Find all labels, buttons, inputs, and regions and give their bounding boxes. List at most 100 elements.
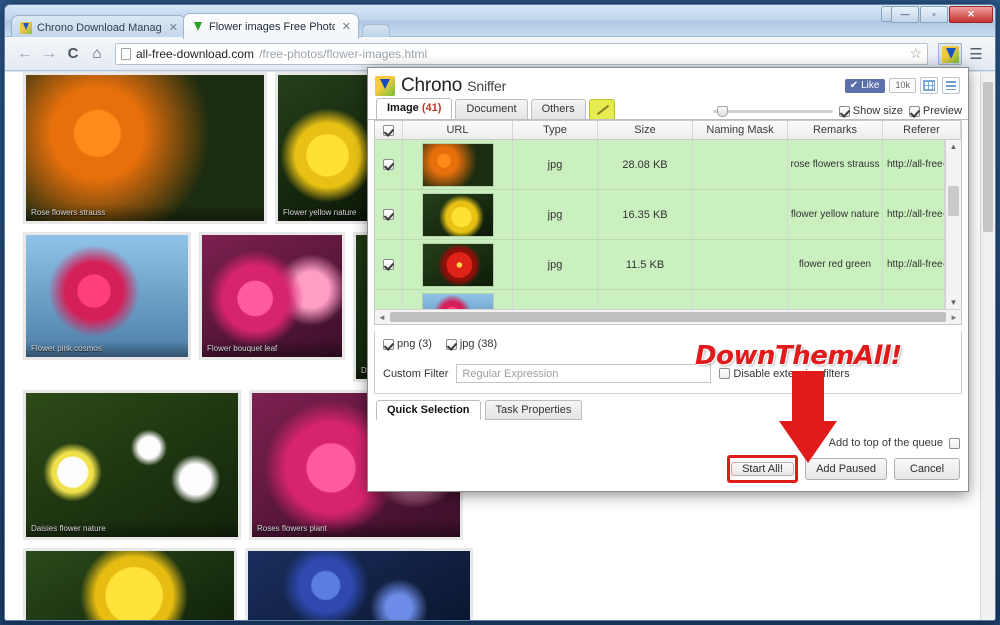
tab-close-icon[interactable]: ✕ — [342, 20, 351, 33]
table-row[interactable]: jpg 16.35 KB flower yellow nature http://al… — [375, 190, 945, 240]
row-referer: http://all-free-dow — [883, 190, 945, 239]
custom-filter-input[interactable]: Regular Expression — [456, 364, 712, 383]
tab-document[interactable]: Document — [455, 99, 528, 119]
reload-icon[interactable]: C — [61, 45, 85, 62]
extension-filter-checkbox[interactable]: jpg (38) — [445, 338, 497, 350]
address-path: /free-photos/flower-images.html — [259, 46, 428, 61]
page-scrollbar[interactable] — [980, 72, 995, 620]
list-view-icon[interactable] — [942, 77, 960, 94]
table-row[interactable]: jpg 11.5 KB flower red green http://all-fre… — [375, 240, 945, 290]
start-all-button[interactable]: Start All! — [731, 462, 795, 476]
tab-quick-selection[interactable]: Quick Selection — [376, 400, 481, 420]
gallery-item[interactable]: Flower bouquet leaf — [199, 232, 345, 360]
column-header-size[interactable]: Size — [598, 121, 693, 139]
scroll-down-icon[interactable]: ▼ — [946, 296, 961, 309]
row-naming-mask[interactable] — [693, 240, 788, 289]
row-checkbox-icon[interactable] — [383, 259, 394, 270]
pencil-icon[interactable] — [588, 99, 615, 119]
table-row[interactable]: jpg20.77 KB flower bouquet leafhttp://all… — [375, 290, 945, 309]
row-thumbnail-cell[interactable] — [403, 240, 513, 289]
sniffer-header: Chrono Sniffer ✔ Like 10k — [368, 68, 968, 98]
column-header-remarks[interactable]: Remarks — [788, 121, 883, 139]
row-checkbox-cell[interactable] — [375, 190, 403, 239]
like-button[interactable]: ✔ Like — [844, 78, 886, 93]
table-vertical-scrollbar[interactable]: ▲ ▼ — [945, 140, 961, 309]
row-checkbox-icon[interactable] — [383, 209, 394, 220]
back-icon[interactable]: ← — [13, 45, 37, 63]
row-size: 20.77 KB — [598, 290, 693, 309]
table-horizontal-scrollbar[interactable]: ◄ ► — [375, 309, 961, 324]
add-to-top-of-queue-row[interactable]: Add to top of the queue — [727, 437, 960, 449]
checkbox-icon[interactable] — [383, 338, 394, 350]
gallery-item[interactable]: Rose flowers strauss — [23, 72, 267, 224]
row-referer: http://all-free-dow — [883, 290, 945, 309]
row-naming-mask[interactable] — [693, 140, 788, 189]
scroll-right-icon[interactable]: ► — [947, 313, 961, 322]
checkbox-icon[interactable] — [908, 105, 920, 117]
gallery-item[interactable]: Daisies flower nature — [23, 390, 241, 540]
row-thumbnail-cell[interactable] — [403, 190, 513, 239]
row-checkbox-icon[interactable] — [383, 159, 394, 170]
address-bar[interactable]: all-free-download.com/free-photos/flower… — [115, 42, 928, 65]
row-thumbnail-cell[interactable] — [403, 290, 513, 309]
browser-tab-flower-images[interactable]: Flower images Free Photo ✕ — [182, 13, 359, 39]
thumbnail-size-slider[interactable] — [712, 106, 833, 117]
table-row[interactable]: jpg 28.08 KB rose flowers strauss http://al… — [375, 140, 945, 190]
downthemall-toolbar-button[interactable] — [938, 42, 962, 65]
checkbox-icon[interactable] — [445, 338, 457, 350]
tab-others[interactable]: Others — [530, 99, 586, 119]
cancel-button[interactable]: Cancel — [894, 458, 960, 480]
close-button[interactable]: ✕ — [949, 6, 993, 23]
row-checkbox-cell[interactable] — [375, 140, 403, 189]
browser-window: Chrono Download Manag ✕ Flower images Fr… — [4, 4, 996, 621]
tab-image[interactable]: Image (41) — [376, 98, 453, 119]
vertical-scroll-thumb[interactable] — [948, 186, 959, 216]
row-thumbnail-cell[interactable] — [403, 140, 513, 189]
row-checkbox-cell[interactable] — [375, 290, 403, 309]
forward-icon[interactable]: → — [37, 45, 61, 63]
row-checkbox-cell[interactable] — [375, 240, 403, 289]
minimize-button[interactable]: — — [891, 6, 919, 23]
column-header-referer[interactable]: Referer — [883, 121, 961, 139]
column-header-url[interactable]: URL — [403, 121, 513, 139]
gallery-caption: Roses flowers plant — [252, 521, 460, 537]
column-header-type[interactable]: Type — [513, 121, 598, 139]
tab-close-icon[interactable]: ✕ — [169, 21, 178, 34]
sniffer-title: Chrono Sniffer — [401, 75, 506, 97]
bookmark-star-icon[interactable]: ☆ — [909, 45, 922, 62]
downthemall-icon — [192, 21, 204, 33]
checkbox-icon[interactable] — [838, 105, 850, 117]
browser-tab-chrono[interactable]: Chrono Download Manag ✕ — [11, 15, 186, 39]
maximize-button[interactable]: ▫ — [920, 6, 948, 23]
row-naming-mask[interactable] — [693, 190, 788, 239]
browser-menu-icon[interactable]: ☰ — [965, 45, 987, 63]
select-all-cell[interactable] — [375, 121, 403, 139]
add-to-top-of-queue-checkbox-icon[interactable] — [949, 437, 960, 449]
row-thumbnail — [421, 142, 494, 187]
gallery-item[interactable]: Blue flowers meadow — [245, 548, 473, 620]
row-naming-mask[interactable] — [693, 290, 788, 309]
gallery-item[interactable]: Flower pink cosmos — [23, 232, 191, 360]
gallery-item[interactable]: Dandelion yellow — [23, 548, 237, 620]
home-icon[interactable]: ⌂ — [85, 45, 109, 62]
dialog-buttons: Start All! Add Paused Cancel — [727, 455, 960, 483]
show-size-label: Show size — [852, 105, 903, 117]
grid-view-icon[interactable] — [920, 77, 938, 94]
show-size-checkbox[interactable]: Show size — [838, 105, 903, 117]
scroll-up-icon[interactable]: ▲ — [946, 140, 961, 153]
gallery-item[interactable]: Flower yellow nature — [275, 72, 371, 224]
scroll-left-icon[interactable]: ◄ — [375, 313, 389, 322]
horizontal-scroll-thumb[interactable] — [390, 312, 946, 322]
row-referer: http://all-free-dow — [883, 240, 945, 289]
column-header-naming-mask[interactable]: Naming Mask — [693, 121, 788, 139]
row-type: jpg — [513, 240, 598, 289]
preview-checkbox[interactable]: Preview — [908, 105, 962, 117]
extension-filter-checkbox[interactable]: png (3) — [383, 338, 432, 350]
slider-knob[interactable] — [716, 106, 728, 117]
tab-task-properties[interactable]: Task Properties — [484, 400, 583, 420]
chrono-icon — [20, 21, 32, 34]
sniffer-footer: Add to top of the queue Start All! Add P… — [727, 437, 960, 483]
page-scrollbar-thumb[interactable] — [983, 82, 993, 232]
select-all-checkbox-icon[interactable] — [383, 124, 394, 136]
page-info-icon[interactable] — [121, 47, 131, 60]
